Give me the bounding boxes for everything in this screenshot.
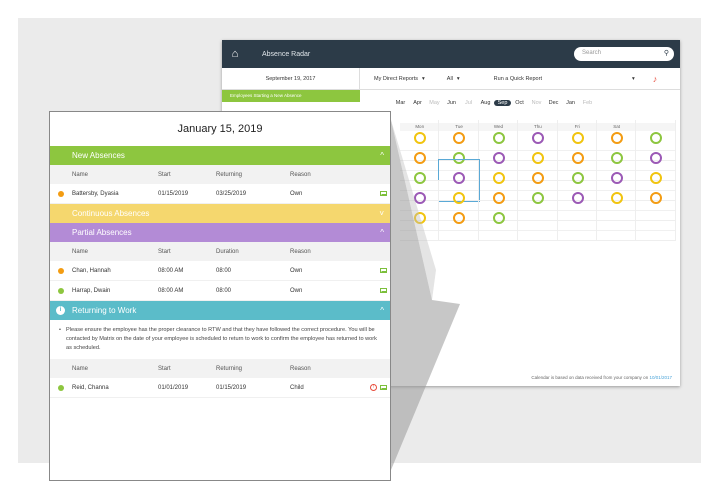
start-time: 08:00 AM bbox=[158, 267, 184, 274]
section-title: Continuous Absences bbox=[72, 209, 150, 218]
column-header: Name bbox=[72, 365, 89, 372]
return-date: 01/15/2019 bbox=[216, 384, 247, 391]
employee-name: Reid, Channa bbox=[72, 384, 109, 391]
section-continuous-absences[interactable]: Continuous Absences ˅ bbox=[50, 204, 390, 223]
table-header: Name Start Returning Reason bbox=[50, 165, 390, 184]
column-header: Start bbox=[158, 248, 171, 255]
mail-icon[interactable] bbox=[380, 288, 387, 293]
table-row[interactable]: Battersby, Dyasia 01/15/2019 03/25/2019 … bbox=[50, 184, 390, 204]
chevron-up-icon[interactable]: ^ bbox=[380, 223, 384, 242]
table-row[interactable]: Harrap, Dwain 08:00 AM 08:00 Own bbox=[50, 281, 390, 301]
reason: Own bbox=[290, 287, 303, 294]
start-date: 01/15/2019 bbox=[158, 190, 189, 197]
section-new-absences[interactable]: New Absences ^ bbox=[50, 146, 390, 165]
panel-date: January 15, 2019 bbox=[177, 123, 263, 135]
chevron-up-icon[interactable]: ^ bbox=[380, 301, 384, 320]
column-header: Name bbox=[72, 171, 89, 178]
info-icon: i bbox=[56, 306, 65, 315]
status-dot-icon bbox=[58, 190, 64, 197]
start-date: 01/01/2019 bbox=[158, 384, 189, 391]
column-header: Start bbox=[158, 171, 171, 178]
section-title: Partial Absences bbox=[72, 228, 132, 237]
employee-name: Harrap, Dwain bbox=[72, 287, 111, 294]
alert-icon[interactable]: ! bbox=[370, 384, 377, 391]
column-header: Reason bbox=[290, 171, 311, 178]
section-title: Returning to Work bbox=[72, 306, 137, 315]
reason: Own bbox=[290, 267, 303, 274]
daily-detail-panel: January 15, 2019 New Absences ^ Name Sta… bbox=[49, 111, 391, 481]
chevron-down-icon[interactable]: ˅ bbox=[379, 204, 384, 223]
return-date: 03/25/2019 bbox=[216, 190, 247, 197]
column-header: Reason bbox=[290, 248, 311, 255]
chevron-up-icon[interactable]: ^ bbox=[380, 146, 384, 165]
table-row[interactable]: Reid, Channa 01/01/2019 01/15/2019 Child… bbox=[50, 378, 390, 398]
reason: Own bbox=[290, 190, 303, 197]
mail-icon[interactable] bbox=[380, 385, 387, 390]
employee-name: Battersby, Dyasia bbox=[72, 190, 119, 197]
mail-icon[interactable] bbox=[380, 268, 387, 273]
start-time: 08:00 AM bbox=[158, 287, 184, 294]
employee-name: Chan, Hannah bbox=[72, 267, 111, 274]
status-dot-icon bbox=[58, 267, 64, 274]
table-header: Name Start Duration Reason bbox=[50, 242, 390, 261]
column-header: Returning bbox=[216, 171, 243, 178]
column-header: Duration bbox=[216, 248, 239, 255]
reason: Child bbox=[290, 384, 304, 391]
rtw-note: Please ensure the employee has the prope… bbox=[50, 320, 390, 359]
table-row[interactable]: Chan, Hannah 08:00 AM 08:00 Own bbox=[50, 261, 390, 281]
table-header: Name Start Returning Reason bbox=[50, 359, 390, 378]
column-header: Returning bbox=[216, 365, 243, 372]
status-dot-icon bbox=[58, 287, 64, 294]
mail-icon[interactable] bbox=[380, 191, 387, 196]
section-title: New Absences bbox=[72, 151, 125, 160]
column-header: Name bbox=[72, 248, 89, 255]
status-dot-icon bbox=[58, 384, 64, 391]
duration: 08:00 bbox=[216, 287, 232, 294]
duration: 08:00 bbox=[216, 267, 232, 274]
section-returning-to-work[interactable]: i Returning to Work ^ bbox=[50, 301, 390, 320]
column-header: Start bbox=[158, 365, 171, 372]
section-partial-absences[interactable]: Partial Absences ^ bbox=[50, 223, 390, 242]
column-header: Reason bbox=[290, 365, 311, 372]
